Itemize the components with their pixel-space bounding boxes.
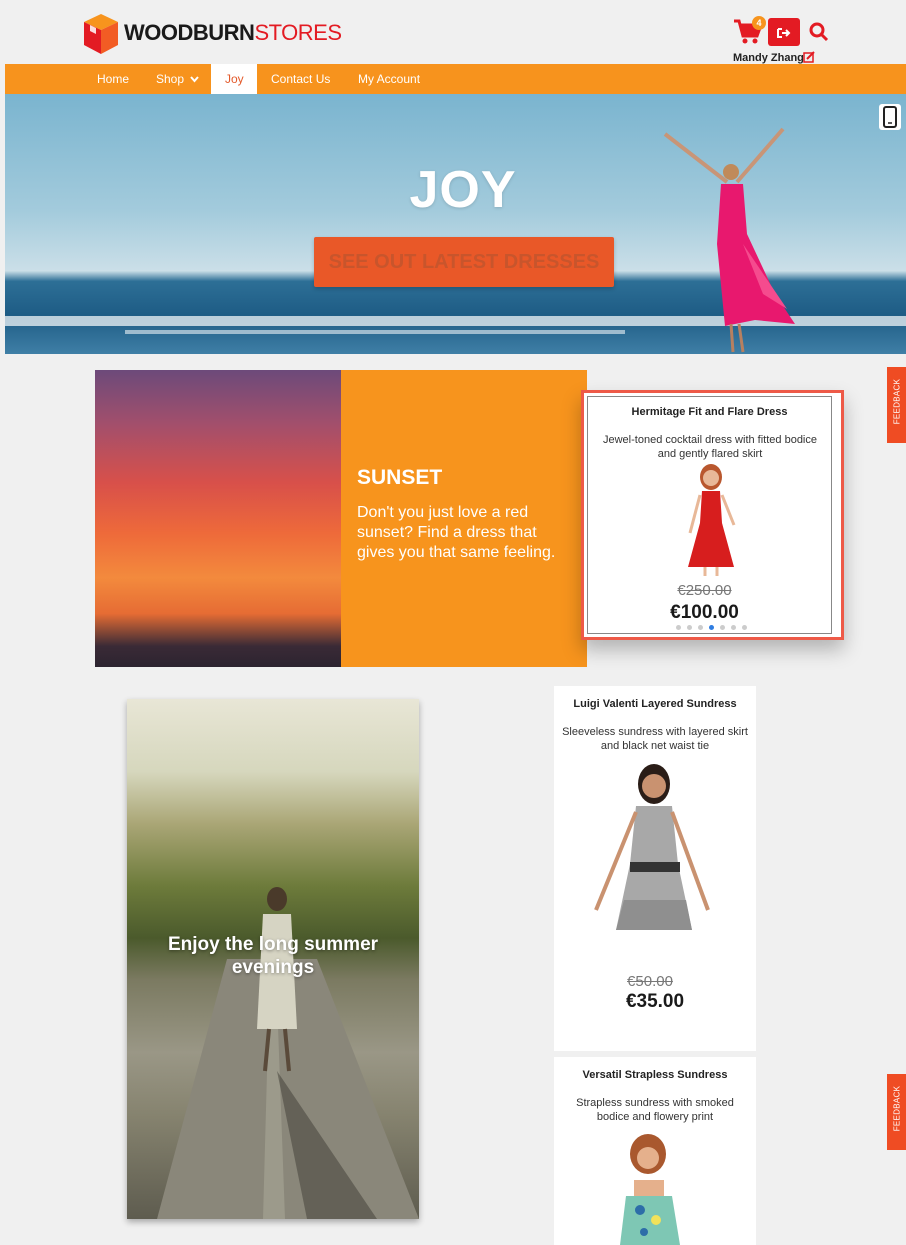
edit-profile-icon[interactable]	[803, 51, 815, 63]
product-price: €35.00	[625, 991, 685, 1012]
chevron-down-icon	[190, 76, 200, 83]
grey-sundress-image[interactable]	[588, 760, 722, 944]
nav-contact-us[interactable]: Contact Us	[257, 64, 344, 94]
red-dress-image[interactable]	[676, 463, 746, 577]
product-name[interactable]: Hermitage Fit and Flare Dress	[587, 406, 832, 418]
feedback-label: FEEDBACK	[892, 378, 902, 425]
feedback-tab[interactable]: FEEDBACK	[887, 367, 906, 443]
carousel-dot[interactable]	[720, 625, 725, 630]
see-latest-dresses-button[interactable]: SEE OUT LATEST DRESSES	[314, 237, 614, 287]
carousel-dot[interactable]	[742, 625, 747, 630]
user-name[interactable]: Mandy Zhang	[733, 52, 804, 64]
nav-shop[interactable]: Shop	[142, 64, 213, 94]
brand-name-light: STORES	[254, 20, 342, 45]
mobile-preview-icon[interactable]	[879, 104, 901, 130]
cart-count-badge: 4	[752, 16, 766, 30]
product-price: €100.00	[670, 602, 739, 623]
product-description: Strapless sundress with smoked bodice an…	[576, 1097, 734, 1123]
hero-title: JOY	[409, 161, 517, 219]
carousel-dot[interactable]	[687, 625, 692, 630]
sunset-heading: SUNSET	[357, 466, 443, 489]
brand-logo-text[interactable]: WOODBURNSTORES	[124, 20, 342, 46]
product-name[interactable]: Versatil Strapless Sundress	[554, 1069, 756, 1081]
nav-joy[interactable]: Joy	[211, 64, 257, 94]
carousel-dot[interactable]	[676, 625, 681, 630]
sunset-image	[95, 370, 341, 667]
summer-caption: Enjoy the long summer evenings	[167, 934, 379, 978]
carousel-dot[interactable]	[698, 625, 703, 630]
feedback-tab[interactable]: FEEDBACK	[887, 1074, 906, 1150]
hero-woman-image	[663, 127, 795, 353]
logo-box-icon[interactable]	[82, 12, 120, 56]
logout-icon	[777, 28, 791, 39]
product-description: Sleeveless sundress with layered skirt a…	[562, 726, 748, 752]
logout-button[interactable]	[768, 18, 800, 46]
brand-name-bold: WOODBURN	[124, 20, 255, 45]
nav-home[interactable]: Home	[83, 64, 143, 94]
product-description: Jewel-toned cocktail dress with fitted b…	[603, 434, 817, 460]
carousel-dot[interactable]	[731, 625, 736, 630]
sunset-text: Don't you just love a red sunset? Find a…	[357, 504, 556, 561]
nav-my-account[interactable]: My Account	[344, 64, 434, 94]
hero-wave-secondary	[125, 330, 625, 334]
main-nav: Home Shop Joy Contact Us My Account	[5, 64, 906, 94]
feedback-label: FEEDBACK	[892, 1085, 902, 1132]
carousel-dot-active[interactable]	[709, 625, 714, 630]
carousel-dots	[676, 625, 756, 631]
product-old-price: €50.00	[627, 973, 673, 990]
floral-sundress-image[interactable]	[590, 1132, 700, 1245]
product-old-price: €250.00	[677, 582, 732, 599]
nav-shop-label: Shop	[156, 72, 185, 86]
search-icon[interactable]	[808, 18, 830, 46]
product-name[interactable]: Luigi Valenti Layered Sundress	[554, 698, 756, 710]
